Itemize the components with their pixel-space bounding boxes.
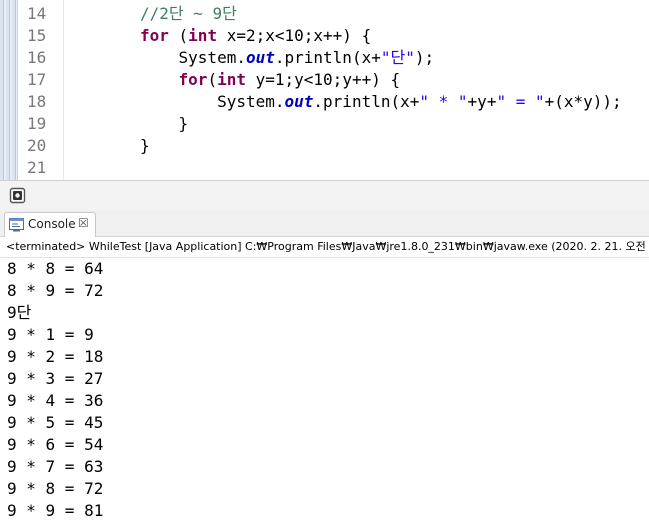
code-token: +y+ — [467, 92, 497, 111]
code-line[interactable]: 19 } — [0, 113, 649, 135]
code-line[interactable]: 21 — [0, 157, 649, 179]
code-line[interactable]: 15 for (int x=2;x<10;x++) { — [0, 25, 649, 47]
code-token: //2단 ~ 9단 — [140, 4, 237, 23]
line-number: 15 — [27, 26, 47, 45]
console-output-line: 9 * 1 = 9 — [7, 325, 94, 344]
console-tab-bar: Console ☒ — [0, 210, 649, 237]
line-number: 18 — [27, 92, 47, 111]
line-number: 21 — [27, 158, 47, 177]
code-token: out — [284, 92, 314, 111]
line-number: 16 — [27, 48, 47, 67]
minimized-view-icon[interactable] — [9, 187, 26, 204]
code-token: ); — [414, 48, 435, 67]
console-output-line: 9 * 7 = 63 — [7, 457, 104, 476]
code-token: out — [245, 48, 275, 67]
console-icon — [9, 218, 24, 232]
console-output-line: 9 * 9 = 81 — [7, 501, 104, 520]
code-token: " = " — [496, 92, 545, 111]
code-line[interactable]: 17 for(int y=1;y<10;y++) { — [0, 69, 649, 91]
tab-console[interactable]: Console ☒ — [4, 212, 96, 237]
line-code: //2단 ~ 9단 — [140, 3, 237, 25]
line-number: 14 — [27, 4, 47, 23]
code-token: "단" — [380, 48, 415, 67]
console-output-line: 9단 — [7, 303, 32, 322]
code-token: System. — [140, 48, 246, 67]
view-strip — [0, 180, 649, 210]
console-output-line: 8 * 8 = 64 — [7, 259, 104, 278]
console-output-line: 8 * 9 = 72 — [7, 281, 104, 300]
code-token: int — [217, 70, 246, 89]
line-code: } — [140, 135, 150, 157]
line-code: System.out.println(x+" * "+y+" = "+(x*y)… — [140, 91, 622, 113]
code-token: x=2;x<10;x++) { — [217, 26, 372, 45]
code-token: for — [140, 26, 169, 45]
console-output[interactable]: 8 * 8 = 64 8 * 9 = 72 9단 9 * 1 = 9 9 * 2 = 1… — [0, 258, 649, 530]
line-code: System.out.println(x+"단"); — [140, 47, 435, 69]
console-output-line: 9 * 5 = 45 — [7, 413, 104, 432]
code-token: System. — [140, 92, 285, 111]
code-token: for — [178, 70, 208, 89]
line-number: 19 — [27, 114, 47, 133]
console-output-line: 9 * 8 = 72 — [7, 479, 104, 498]
code-token: .println(x+ — [313, 92, 420, 111]
code-token: y=1;y<10;y++) { — [245, 70, 401, 89]
code-token: " * " — [419, 92, 468, 111]
console-output-line: 9 * 2 = 18 — [7, 347, 104, 366]
console-output-line: 9 * 6 = 54 — [7, 435, 104, 454]
console-process-status: <terminated> WhileTest [Java Application… — [0, 237, 649, 258]
line-number: 17 — [27, 70, 47, 89]
code-line[interactable]: 20} — [0, 135, 649, 157]
code-line[interactable]: 16 System.out.println(x+"단"); — [0, 47, 649, 69]
line-code: } — [140, 113, 189, 135]
code-token: .println(x+ — [274, 48, 381, 67]
code-line[interactable]: 18 System.out.println(x+" * "+y+" = "+(x… — [0, 91, 649, 113]
code-line[interactable]: 14 //2단 ~ 9단 — [0, 3, 649, 25]
close-icon[interactable]: ☒ — [78, 216, 89, 230]
code-token: +(x*y)); — [544, 92, 622, 111]
line-code: for (int x=2;x<10;x++) { — [140, 25, 371, 47]
line-number: 20 — [27, 136, 47, 155]
console-output-line: 9 * 3 = 27 — [7, 369, 104, 388]
code-token: } — [140, 114, 189, 133]
console-output-line: 9 * 4 = 36 — [7, 391, 104, 410]
code-token: } — [140, 136, 150, 155]
code-token: ( — [168, 26, 189, 45]
code-editor[interactable]: 14//2단 ~ 9단 15 for (int x=2;x<10;x++) {16 … — [0, 0, 649, 180]
console-tab-label: Console — [28, 217, 76, 231]
code-token: ( — [207, 70, 218, 89]
code-token: int — [188, 26, 218, 45]
line-code: for(int y=1;y<10;y++) { — [140, 69, 401, 91]
